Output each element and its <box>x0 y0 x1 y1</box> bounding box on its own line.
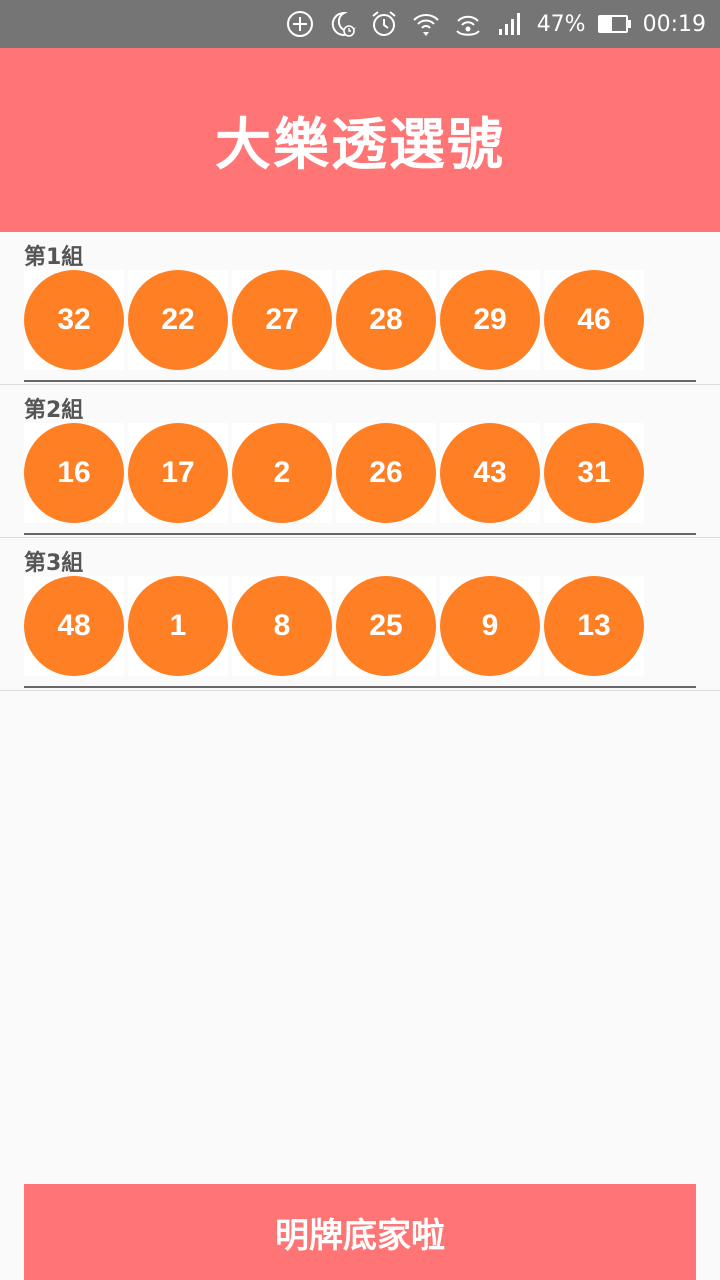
number-group-3: 第3組 48 1 8 25 9 13 <box>0 538 720 691</box>
battery-percent: 47% <box>536 11 586 37</box>
ball-cell: 9 <box>440 576 540 676</box>
lotto-ball: 31 <box>544 423 644 523</box>
lotto-ball: 27 <box>232 270 332 370</box>
ball-cell: 43 <box>440 423 540 523</box>
ball-cell: 29 <box>440 270 540 370</box>
ball-row: 16 17 2 26 43 31 <box>24 423 644 523</box>
group-underline <box>24 686 696 688</box>
group-underline <box>24 533 696 535</box>
ball-row: 32 22 27 28 29 46 <box>24 270 644 370</box>
ball-cell: 31 <box>544 423 644 523</box>
lotto-ball: 9 <box>440 576 540 676</box>
ball-cell: 25 <box>336 576 436 676</box>
lotto-ball: 22 <box>128 270 228 370</box>
group-label: 第1組 <box>24 245 84 270</box>
lotto-ball: 17 <box>128 423 228 523</box>
ball-cell: 8 <box>232 576 332 676</box>
number-group-2: 第2組 16 17 2 26 43 31 <box>0 385 720 538</box>
reveal-numbers-button[interactable]: 明牌底家啦 <box>24 1184 696 1280</box>
lotto-ball: 28 <box>336 270 436 370</box>
lotto-ball: 25 <box>336 576 436 676</box>
lotto-ball: 1 <box>128 576 228 676</box>
lotto-ball: 2 <box>232 423 332 523</box>
lotto-ball: 48 <box>24 576 124 676</box>
ball-cell: 27 <box>232 270 332 370</box>
lotto-ball: 13 <box>544 576 644 676</box>
clock: 00:19 <box>642 11 706 37</box>
ball-cell: 13 <box>544 576 644 676</box>
ball-cell: 48 <box>24 576 124 676</box>
group-underline <box>24 380 696 382</box>
group-label: 第3組 <box>24 551 84 576</box>
ball-cell: 2 <box>232 423 332 523</box>
status-bar: 47% 00:19 <box>0 0 720 48</box>
number-group-1: 第1組 32 22 27 28 29 46 <box>0 232 720 385</box>
group-label: 第2組 <box>24 398 84 423</box>
ball-cell: 28 <box>336 270 436 370</box>
ball-cell: 16 <box>24 423 124 523</box>
lotto-ball: 46 <box>544 270 644 370</box>
divider <box>0 690 720 691</box>
lotto-ball: 8 <box>232 576 332 676</box>
wifi-icon <box>411 9 441 39</box>
ball-cell: 26 <box>336 423 436 523</box>
alarm-icon <box>369 9 399 39</box>
cell-signal-icon <box>495 9 525 39</box>
ball-cell: 46 <box>544 270 644 370</box>
ball-row: 48 1 8 25 9 13 <box>24 576 644 676</box>
ball-cell: 1 <box>128 576 228 676</box>
lotto-ball: 16 <box>24 423 124 523</box>
lotto-ball: 43 <box>440 423 540 523</box>
hotspot-icon <box>453 9 483 39</box>
lotto-ball: 32 <box>24 270 124 370</box>
lotto-ball: 29 <box>440 270 540 370</box>
app-header: 大樂透選號 <box>0 48 720 232</box>
add-circle-icon <box>285 9 315 39</box>
lotto-ball: 26 <box>336 423 436 523</box>
page-title: 大樂透選號 <box>215 112 505 178</box>
ball-cell: 17 <box>128 423 228 523</box>
ball-cell: 22 <box>128 270 228 370</box>
battery-icon <box>597 15 631 33</box>
do-not-disturb-moon-icon <box>327 9 357 39</box>
ball-cell: 32 <box>24 270 124 370</box>
